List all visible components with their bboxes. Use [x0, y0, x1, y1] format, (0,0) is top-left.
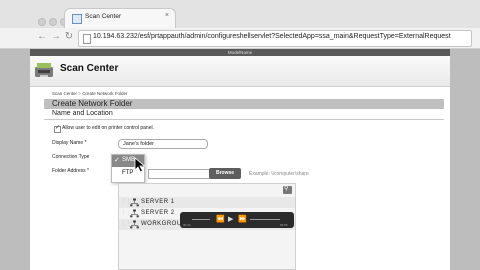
search-glyph: ⚲: [284, 186, 289, 192]
reload-icon[interactable]: ↻: [63, 31, 75, 43]
url-text: 10.194.63.232/esf/prtappauth/admin/confi…: [93, 33, 451, 40]
app-title: Scan Center: [60, 63, 119, 74]
page-gutter-left: [0, 49, 30, 270]
network-icon: [130, 209, 139, 218]
browser-toolbar: ← → ↻ 10.194.63.232/esf/prtappauth/admin…: [0, 28, 480, 49]
volume-track[interactable]: [250, 219, 280, 220]
seek-track[interactable]: [192, 219, 210, 220]
minimize-window-button[interactable]: [49, 18, 57, 26]
model-name: ModelName: [227, 50, 253, 55]
breadcrumb-root[interactable]: Scan Center: [52, 91, 77, 96]
scan-center-logo-icon: [35, 63, 53, 77]
close-window-button[interactable]: [38, 18, 46, 26]
browse-button[interactable]: Browse: [209, 168, 241, 179]
tree-item-label: SERVER 1: [141, 199, 175, 205]
tree-row[interactable]: ⋮⋮ SERVER 1: [119, 197, 295, 208]
network-icon: [130, 198, 139, 207]
page-title-bar: Create Network Folder: [44, 99, 444, 109]
app-header: Scan Center: [30, 56, 450, 87]
connection-type-label: Connection Type: [52, 154, 90, 160]
selected-checkmark-icon: ✓: [114, 157, 120, 164]
breadcrumb-current: Create Network Folder: [82, 91, 128, 96]
time-elapsed: 00:44: [183, 223, 191, 227]
media-player: 00:44 ⏪ ▶ ⏩ 00:56: [180, 212, 294, 228]
page-gutter-right: [450, 49, 480, 270]
folder-address-example: Example: \\computer\share: [249, 171, 309, 177]
forward-arrow-icon[interactable]: →: [50, 31, 62, 43]
tree-item-label: SERVER 2: [141, 210, 175, 216]
section-divider: [44, 119, 444, 120]
tab-title: Scan Center: [85, 13, 122, 20]
forward-icon[interactable]: ⏩: [238, 215, 247, 223]
tab-close-icon[interactable]: ×: [165, 12, 169, 19]
allow-edit-checkbox[interactable]: ✓: [54, 125, 61, 133]
model-name-bar: ModelName: [30, 49, 450, 56]
display-name-input[interactable]: Jane's folder: [118, 139, 208, 149]
mouse-pointer-icon: [134, 157, 146, 173]
browser-tabstrip: Scan Center ×: [0, 0, 480, 29]
time-remaining: 00:56: [280, 223, 288, 227]
play-icon[interactable]: ▶: [228, 215, 233, 223]
app-content: ModelName Scan Center Scan Center > Crea…: [30, 49, 450, 270]
folder-address-label: Folder Address *: [52, 168, 89, 174]
display-name-label: Display Name *: [52, 140, 87, 146]
page-icon: [83, 34, 91, 44]
section-title: Name and Location: [52, 110, 113, 117]
browser-tab[interactable]: Scan Center ×: [64, 8, 176, 29]
page-favicon-icon: [72, 14, 82, 24]
allow-edit-label: Allow user to edit on printer control pa…: [62, 125, 154, 131]
network-icon: [130, 220, 139, 229]
connection-option-ftp[interactable]: FTP: [122, 170, 133, 176]
checkmark-icon: ✓: [55, 125, 61, 131]
address-bar[interactable]: 10.194.63.232/esf/prtappauth/admin/confi…: [78, 30, 472, 47]
search-icon[interactable]: ⚲: [283, 186, 292, 194]
rewind-icon[interactable]: ⏪: [216, 215, 225, 223]
display-name-value: Jane's folder: [123, 141, 155, 147]
back-arrow-icon[interactable]: ←: [36, 31, 48, 43]
breadcrumb: Scan Center > Create Network Folder: [52, 91, 127, 96]
page-title: Create Network Folder: [52, 99, 133, 108]
breadcrumb-separator: >: [78, 91, 81, 96]
